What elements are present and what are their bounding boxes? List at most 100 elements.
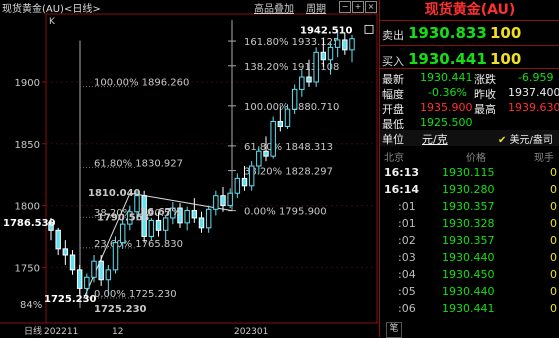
tick-time: :01	[398, 217, 416, 230]
price-annotation: 1725.230	[94, 304, 147, 315]
close-button[interactable]: ×	[365, 1, 377, 13]
candle-body	[191, 210, 198, 219]
minus-button[interactable]: −	[339, 1, 351, 13]
tick-header-qty: 现手	[534, 153, 554, 164]
candle-body	[241, 177, 248, 187]
unit-label: 单位	[382, 133, 404, 146]
candle-body	[69, 254, 76, 271]
candle-body	[98, 260, 104, 281]
sell-price: 1930.833	[408, 24, 487, 42]
tick-time: :04	[398, 268, 416, 281]
corner-label: K	[49, 17, 56, 27]
quote-panel: 现货黄金(AU) 卖出 1930.833 100 买入 1930.441 100…	[379, 0, 559, 338]
plus-button[interactable]: +	[352, 1, 364, 13]
stat-row: 最低 1925.500	[382, 116, 558, 131]
tick-time: :01	[398, 200, 416, 213]
stat-value: 1935.900	[420, 101, 473, 114]
stat-label: 涨跌	[474, 73, 496, 86]
candle-body	[227, 192, 233, 207]
candle-body	[320, 51, 327, 61]
overlay-link[interactable]: 高品叠加	[254, 0, 294, 15]
candle-body	[155, 219, 162, 231]
fib-label-right: 0.00% 1795.900	[244, 207, 327, 218]
candle-body	[205, 208, 212, 229]
tick-row: 16:13 1930.115 0	[380, 166, 559, 182]
tick-price: 1930.280	[442, 183, 495, 196]
buy-qty: 100	[490, 50, 522, 68]
fib-label-right: 138.20% 1913.108	[244, 62, 339, 73]
tick-price: 1930.450	[442, 268, 495, 281]
candle-body	[119, 223, 126, 244]
candle-body	[76, 269, 83, 289]
price-annotation: 1725.230	[44, 294, 97, 305]
tick-row: :03 1930.440 0	[380, 251, 559, 267]
edge-pct-label: 84%	[20, 300, 42, 311]
x-tick-label: 12	[112, 327, 123, 337]
tick-qty: 0	[550, 166, 557, 179]
tick-time: :03	[398, 251, 416, 264]
candle-body	[198, 217, 205, 229]
tick-qty: 0	[550, 200, 557, 213]
unit-usd-ounce[interactable]: ✔ 美元/盎司	[498, 131, 553, 146]
stat-row: 开盘 1935.900 最高 1939.630	[382, 101, 559, 116]
fib-label-left: 61.80% 1830.927	[94, 158, 183, 169]
tick-row: 16:14 1930.280 0	[380, 183, 559, 199]
candle-body	[334, 39, 341, 48]
y-tick-label: 1750	[15, 263, 40, 274]
stat-label: 幅度	[382, 88, 404, 101]
y-tick-label: 1800	[15, 202, 40, 213]
stat-label: 昨收	[474, 88, 496, 101]
stat-label: 最新	[382, 73, 404, 86]
candle-body	[148, 219, 155, 237]
candle-body	[213, 195, 219, 210]
tick-price: 1930.115	[442, 166, 495, 179]
tick-qty: 0	[550, 268, 557, 281]
stat-value: -0.36%	[428, 86, 467, 99]
y-tick-label: 1900	[15, 78, 40, 89]
stat-value: -6.959	[518, 71, 554, 84]
sell-qty: 100	[490, 24, 522, 42]
fib-label-right: 161.80% 1933.125	[244, 37, 339, 48]
tick-header-time: 北京	[384, 153, 404, 164]
stat-label: 最高	[474, 103, 496, 116]
candle-body	[220, 195, 226, 207]
fib-label-right: 100.00% 1880.710	[244, 102, 339, 113]
price-annotation: 1786.530	[3, 218, 56, 229]
candlestick-chart[interactable]: 1750 1800 1850 1900 100.00% 1896.260 61.80% …	[0, 0, 378, 337]
tick-qty: 0	[550, 285, 557, 298]
candle-body	[234, 177, 241, 194]
period-link[interactable]: 周期	[306, 0, 326, 15]
candle-body	[184, 210, 190, 224]
fib-label-left: 100.00% 1896.260	[94, 78, 189, 89]
buy-quote: 买入 1930.441 100	[382, 50, 521, 69]
tick-time: 16:13	[384, 166, 420, 179]
tick-price: 1930.441	[442, 302, 495, 315]
candle-body	[91, 260, 97, 278]
buy-price: 1930.441	[408, 50, 487, 68]
chart-header: 现货黄金(AU)<日线> 高品叠加 周期 − + ×	[0, 0, 378, 15]
unit-yuan-gram[interactable]: 元/克	[422, 131, 448, 147]
tick-row: :04 1930.450 0	[380, 268, 559, 284]
candle-body	[299, 76, 305, 90]
candle-body	[284, 108, 291, 127]
tick-qty: 0	[550, 234, 557, 247]
candle-body	[105, 269, 112, 281]
fib-label-left: 0.00% 1725.230	[94, 289, 177, 300]
tab-trades[interactable]: 笔	[386, 322, 402, 338]
candle-body	[263, 150, 269, 157]
tick-row: :02 1930.357 0	[380, 234, 559, 250]
candle-body	[248, 165, 255, 187]
check-icon: ✔	[498, 135, 510, 146]
stat-row: 幅度 -0.36% 昨收 1937.400	[382, 86, 559, 101]
candle-body	[55, 229, 61, 250]
fib-label-right: 38.20% 1828.297	[244, 167, 333, 178]
stat-label: 开盘	[382, 103, 404, 116]
tick-time: :02	[398, 234, 416, 247]
tick-time: 16:14	[384, 183, 420, 196]
candle-body	[327, 46, 334, 61]
candle-body	[277, 121, 284, 127]
candle-body	[112, 242, 119, 271]
x-tick-label: 202301	[234, 327, 268, 337]
tick-price: 1930.328	[442, 217, 495, 230]
buy-label: 买入	[382, 55, 404, 68]
